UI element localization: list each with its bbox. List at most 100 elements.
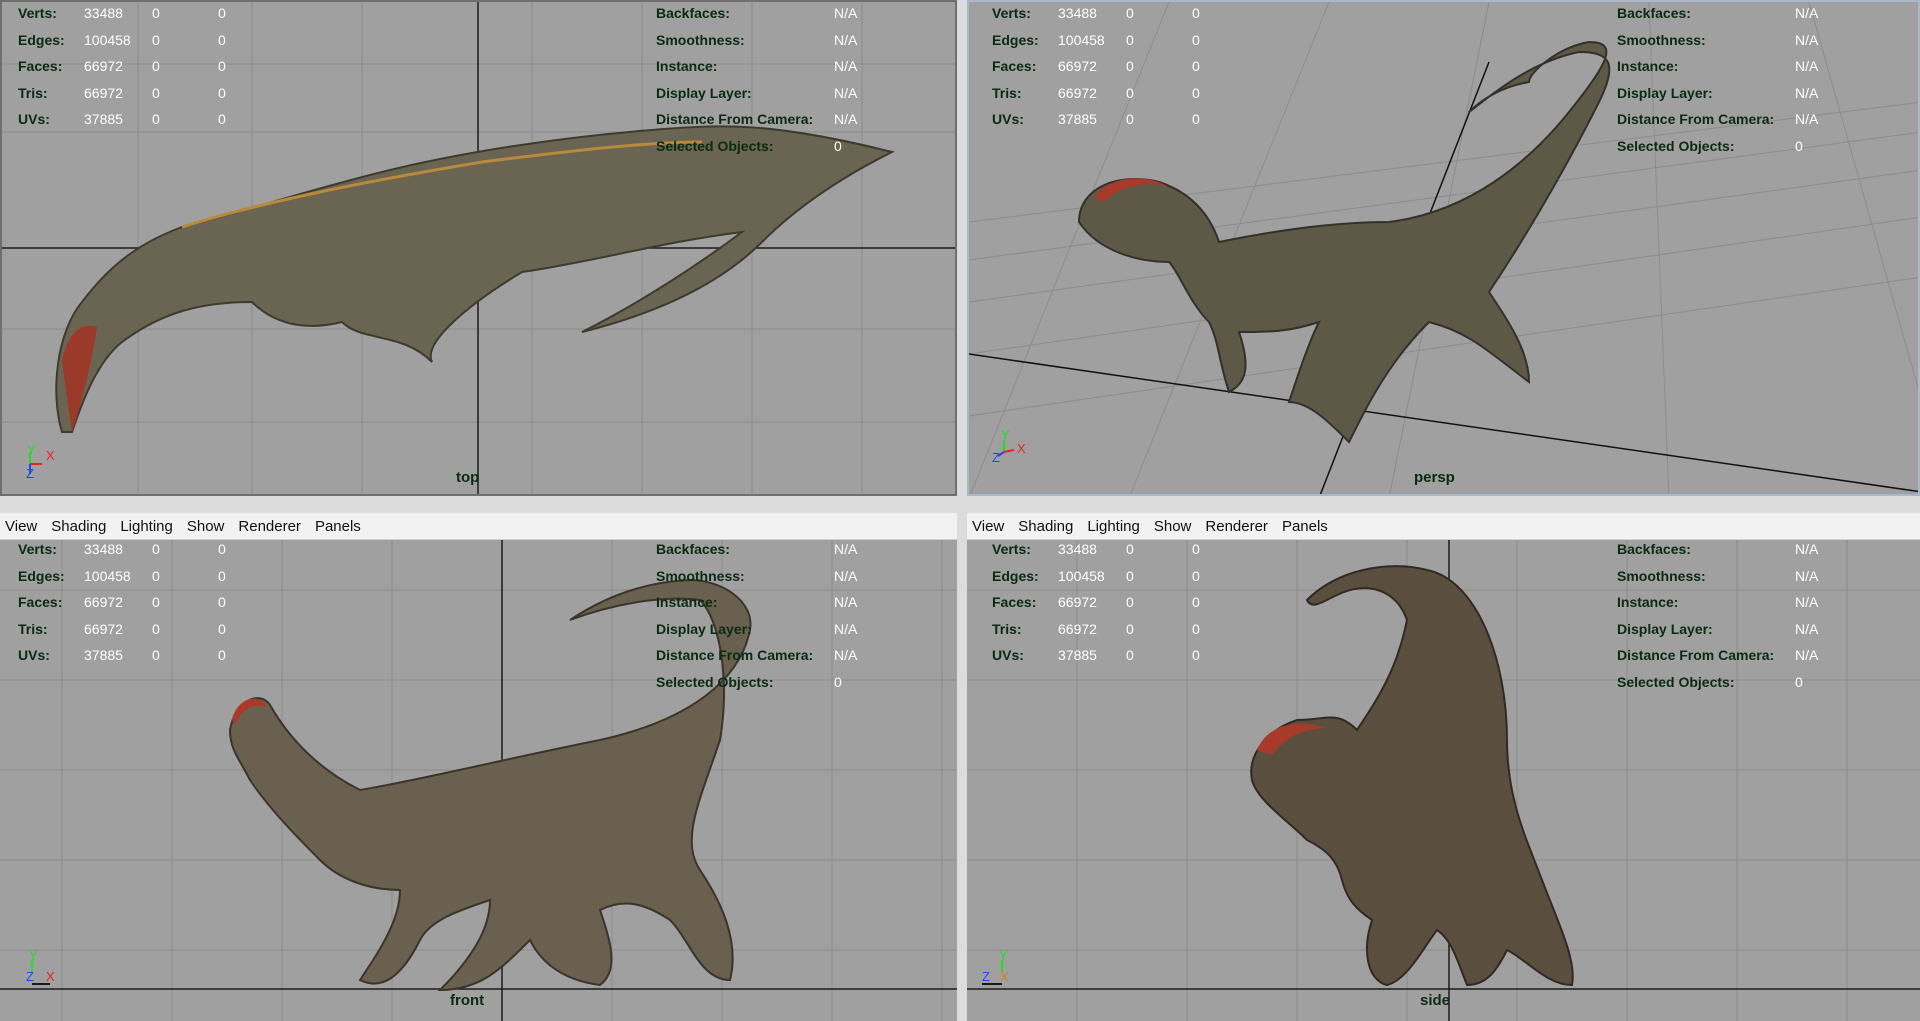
vertical-pane-splitter[interactable]	[957, 0, 967, 1021]
hud-stats-side: Verts: 33488 0 0 Edges: 100458 0 0 Faces: 66972…	[992, 536, 1258, 669]
stat-selected-2: 0	[1192, 594, 1200, 611]
menu-renderer[interactable]: Renderer	[1198, 518, 1275, 535]
stat-selected-2: 0	[218, 58, 226, 75]
stat-label: UVs:	[992, 647, 1024, 664]
stat-selected-2: 0	[1192, 31, 1200, 48]
info-value: 0	[834, 673, 842, 690]
stat-label: Faces:	[18, 594, 63, 611]
stat-label: UVs:	[18, 111, 50, 128]
stat-label: Tris:	[18, 84, 48, 101]
hud-row: Distance From Camera: N/A	[656, 642, 857, 669]
info-value: 0	[1795, 673, 1803, 690]
stat-value: 66972	[84, 58, 123, 75]
hud-row: UVs: 37885 0 0	[18, 106, 284, 133]
menu-renderer[interactable]: Renderer	[231, 518, 308, 535]
stat-selected: 0	[152, 5, 160, 21]
dinosaur-model-top	[55, 125, 895, 433]
menu-panels[interactable]: Panels	[308, 518, 368, 535]
hud-row: Smoothness: N/A	[656, 563, 857, 590]
stat-value: 37885	[84, 111, 123, 128]
stat-value: 100458	[1058, 31, 1105, 48]
hud-row: Tris: 66972 0 0	[18, 80, 284, 107]
hud-info-side: Backfaces: N/A Smoothness: N/A Instance: N/…	[1617, 536, 1818, 696]
menu-lighting[interactable]: Lighting	[113, 518, 180, 535]
stat-label: Verts:	[992, 5, 1031, 21]
info-value: 0	[1795, 137, 1803, 154]
menu-view[interactable]: View	[967, 518, 1011, 535]
menu-show[interactable]: Show	[180, 518, 232, 535]
stat-selected: 0	[152, 647, 160, 664]
axis-x-label: X	[1000, 969, 1009, 984]
dinosaur-model-side	[1250, 565, 1574, 987]
stat-value: 100458	[1058, 567, 1105, 584]
info-value: N/A	[1795, 567, 1819, 584]
hud-row: Verts: 33488 0 0	[18, 0, 284, 27]
stat-selected: 0	[1126, 111, 1134, 128]
info-label: Backfaces:	[1617, 5, 1691, 21]
stat-selected: 0	[1126, 5, 1134, 21]
stat-label: Edges:	[992, 31, 1039, 48]
info-value: N/A	[834, 620, 858, 637]
stat-value: 33488	[84, 541, 123, 557]
menu-shading[interactable]: Shading	[1011, 518, 1080, 535]
info-label: Backfaces:	[1617, 541, 1691, 557]
hud-row: UVs: 37885 0 0	[992, 642, 1258, 669]
hud-row: Distance From Camera: N/A	[656, 106, 857, 133]
info-value: N/A	[1795, 620, 1819, 637]
hud-row: Selected Objects: 0	[1617, 133, 1818, 160]
hud-stats-top: Verts: 33488 0 0 Edges: 100458 0 0 Faces: 66972…	[18, 0, 284, 133]
axis-x-label: X	[46, 969, 55, 984]
info-label: Smoothness:	[1617, 31, 1706, 48]
hud-row: Display Layer: N/A	[656, 616, 857, 643]
stat-selected-2: 0	[1192, 567, 1200, 584]
axis-z-label: Z	[982, 969, 990, 984]
info-label: Instance:	[656, 594, 718, 611]
hud-row: Tris: 66972 0 0	[992, 80, 1258, 107]
camera-label-side: side	[1420, 992, 1451, 1009]
info-value: N/A	[1795, 541, 1819, 557]
stat-selected-2: 0	[218, 567, 226, 584]
info-value: N/A	[1795, 58, 1819, 75]
maya-four-view-layout: View Shading Lighting Show Renderer Pane…	[0, 0, 1920, 1021]
stat-value: 100458	[84, 31, 131, 48]
stat-value: 37885	[1058, 647, 1097, 664]
menu-show[interactable]: Show	[1147, 518, 1199, 535]
info-label: Distance From Camera:	[656, 647, 814, 664]
menu-shading[interactable]: Shading	[44, 518, 113, 535]
hud-row: Instance: N/A	[656, 589, 857, 616]
info-value: N/A	[834, 58, 858, 75]
info-label: Display Layer:	[1617, 620, 1713, 637]
camera-label-front: front	[450, 992, 485, 1009]
stat-label: Tris:	[992, 84, 1022, 101]
info-value: N/A	[834, 84, 858, 101]
hud-info-front: Backfaces: N/A Smoothness: N/A Instance: N/…	[656, 536, 857, 696]
axis-gizmo-persp-icon: Y X Z	[992, 428, 1026, 465]
axis-z-label: Z	[992, 450, 1000, 465]
camera-label-top: top	[456, 469, 480, 486]
hud-row: Distance From Camera: N/A	[1617, 106, 1818, 133]
stat-selected: 0	[152, 567, 160, 584]
stat-selected-2: 0	[1192, 58, 1200, 75]
info-label: Instance:	[656, 58, 718, 75]
menu-lighting[interactable]: Lighting	[1080, 518, 1147, 535]
hud-row: Edges: 100458 0 0	[992, 27, 1258, 54]
info-label: Smoothness:	[1617, 567, 1706, 584]
menu-panels[interactable]: Panels	[1275, 518, 1335, 535]
hud-row: Smoothness: N/A	[656, 27, 857, 54]
stat-selected-2: 0	[1192, 647, 1200, 664]
stat-value: 100458	[84, 567, 131, 584]
info-value: N/A	[1795, 647, 1819, 664]
info-value: N/A	[1795, 31, 1819, 48]
stat-selected: 0	[1126, 594, 1134, 611]
stat-label: Tris:	[18, 620, 48, 637]
info-label: Selected Objects:	[656, 137, 774, 154]
stat-selected-2: 0	[1192, 84, 1200, 101]
hud-row: Faces: 66972 0 0	[992, 589, 1258, 616]
stat-value: 33488	[84, 5, 123, 21]
info-value: N/A	[1795, 84, 1819, 101]
hud-row: UVs: 37885 0 0	[18, 642, 284, 669]
info-label: Selected Objects:	[656, 673, 774, 690]
info-label: Instance:	[1617, 58, 1679, 75]
hud-row: Faces: 66972 0 0	[18, 53, 284, 80]
menu-view[interactable]: View	[0, 518, 44, 535]
